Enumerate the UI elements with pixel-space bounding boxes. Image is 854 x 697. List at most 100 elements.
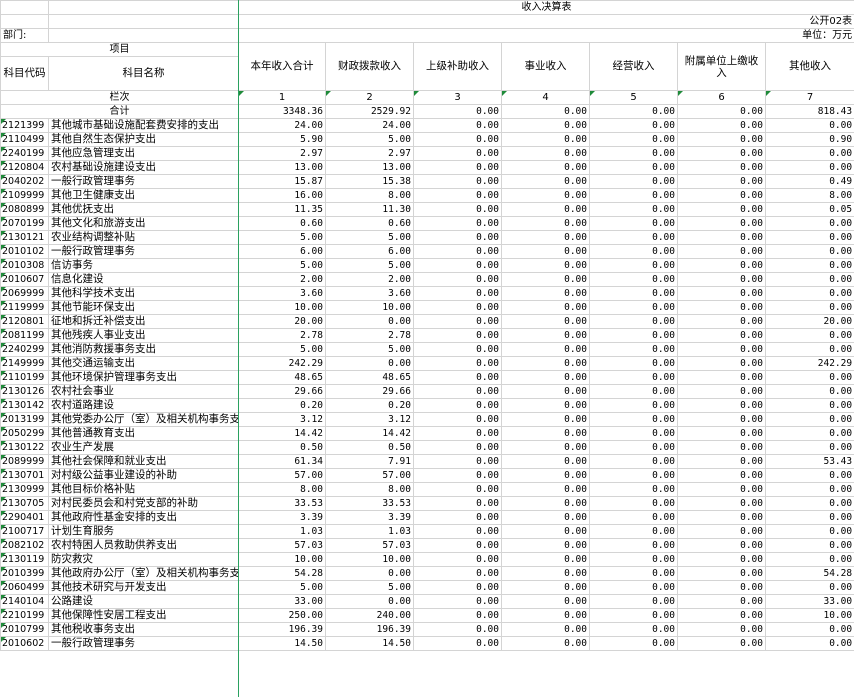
amount-cell[interactable]: 0.00: [589, 426, 678, 441]
col-index-6[interactable]: 6: [677, 90, 766, 105]
subject-code-cell[interactable]: 2100717: [0, 524, 49, 539]
subject-name-cell[interactable]: 其他政府办公厅（室）及相关机构事务支: [48, 566, 239, 581]
amount-cell[interactable]: 11.30: [325, 202, 414, 217]
subject-name-cell[interactable]: 其他交通运输支出: [48, 356, 239, 371]
subject-name-cell[interactable]: 其他节能环保支出: [48, 300, 239, 315]
amount-cell[interactable]: 33.53: [325, 496, 414, 511]
amount-cell[interactable]: 0.00: [764, 160, 854, 175]
amount-cell[interactable]: 0.00: [325, 566, 414, 581]
amount-cell[interactable]: 0.00: [764, 440, 854, 455]
subject-code-cell[interactable]: 2070199: [0, 216, 49, 231]
amount-cell[interactable]: 29.66: [325, 384, 414, 399]
amount-cell[interactable]: 0.00: [501, 468, 590, 483]
subject-code-cell[interactable]: 2110499: [0, 132, 49, 147]
total-cell[interactable]: 0.00: [413, 104, 502, 119]
amount-cell[interactable]: 0.00: [677, 188, 766, 203]
amount-cell[interactable]: 0.00: [677, 468, 766, 483]
col-header-3[interactable]: 上级补助收入: [413, 42, 502, 91]
amount-cell[interactable]: 0.00: [501, 524, 590, 539]
amount-cell[interactable]: 0.00: [677, 300, 766, 315]
amount-cell[interactable]: 0.00: [501, 608, 590, 623]
amount-cell[interactable]: 0.00: [677, 314, 766, 329]
subject-name-cell[interactable]: 公路建设: [48, 594, 239, 609]
amount-cell[interactable]: 0.00: [501, 216, 590, 231]
amount-cell[interactable]: 54.28: [764, 566, 854, 581]
amount-cell[interactable]: 0.00: [501, 160, 590, 175]
amount-cell[interactable]: 0.00: [501, 328, 590, 343]
subject-name-cell[interactable]: 农村社会事业: [48, 384, 239, 399]
amount-cell[interactable]: 0.00: [764, 496, 854, 511]
col-header-7[interactable]: 其他收入: [764, 42, 854, 91]
amount-cell[interactable]: 0.00: [413, 440, 502, 455]
amount-cell[interactable]: 0.00: [413, 244, 502, 259]
amount-cell[interactable]: 0.00: [413, 356, 502, 371]
amount-cell[interactable]: 0.00: [677, 174, 766, 189]
amount-cell[interactable]: 0.00: [677, 580, 766, 595]
amount-cell[interactable]: 0.00: [501, 314, 590, 329]
amount-cell[interactable]: 5.00: [325, 230, 414, 245]
subject-name-cell[interactable]: 信访事务: [48, 258, 239, 273]
col-index-1[interactable]: 1: [238, 90, 326, 105]
amount-cell[interactable]: 0.00: [764, 118, 854, 133]
subject-name-cell[interactable]: 其他城市基础设施配套费安排的支出: [48, 118, 239, 133]
amount-cell[interactable]: 14.50: [325, 636, 414, 651]
amount-cell[interactable]: 0.00: [764, 538, 854, 553]
amount-cell[interactable]: 13.00: [325, 160, 414, 175]
amount-cell[interactable]: 0.00: [764, 636, 854, 651]
amount-cell[interactable]: 2.78: [238, 328, 326, 343]
subject-code-cell[interactable]: 2130119: [0, 552, 49, 567]
amount-cell[interactable]: 0.00: [677, 160, 766, 175]
amount-cell[interactable]: 0.00: [589, 118, 678, 133]
amount-cell[interactable]: 0.50: [325, 440, 414, 455]
amount-cell[interactable]: 0.00: [501, 496, 590, 511]
amount-cell[interactable]: 0.00: [501, 202, 590, 217]
amount-cell[interactable]: 0.00: [589, 132, 678, 147]
cell-blank[interactable]: [48, 14, 239, 29]
amount-cell[interactable]: 2.78: [325, 328, 414, 343]
amount-cell[interactable]: 6.00: [238, 244, 326, 259]
amount-cell[interactable]: 0.00: [764, 244, 854, 259]
amount-cell[interactable]: 0.00: [677, 202, 766, 217]
amount-cell[interactable]: 0.00: [413, 580, 502, 595]
amount-cell[interactable]: 0.00: [501, 636, 590, 651]
subject-name-cell[interactable]: 一般行政管理事务: [48, 244, 239, 259]
amount-cell[interactable]: 0.00: [501, 398, 590, 413]
subject-code-cell[interactable]: 2081199: [0, 328, 49, 343]
subject-code-cell[interactable]: 2010607: [0, 272, 49, 287]
amount-cell[interactable]: 0.00: [589, 314, 678, 329]
amount-cell[interactable]: 33.00: [238, 594, 326, 609]
amount-cell[interactable]: 0.00: [589, 608, 678, 623]
amount-cell[interactable]: 0.00: [501, 594, 590, 609]
subject-name-cell[interactable]: 信息化建设: [48, 272, 239, 287]
amount-cell[interactable]: 0.00: [501, 370, 590, 385]
amount-cell[interactable]: 0.00: [589, 146, 678, 161]
amount-cell[interactable]: 29.66: [238, 384, 326, 399]
amount-cell[interactable]: 0.00: [677, 538, 766, 553]
amount-cell[interactable]: 0.00: [501, 286, 590, 301]
subject-name-cell[interactable]: 其他优抚支出: [48, 202, 239, 217]
subject-code-cell[interactable]: 2010308: [0, 258, 49, 273]
amount-cell[interactable]: 0.00: [413, 230, 502, 245]
subject-code-cell[interactable]: 2010602: [0, 636, 49, 651]
amount-cell[interactable]: 0.00: [764, 286, 854, 301]
amount-cell[interactable]: 0.00: [764, 580, 854, 595]
amount-cell[interactable]: 0.00: [589, 244, 678, 259]
subject-code-cell[interactable]: 2130701: [0, 468, 49, 483]
amount-cell[interactable]: 0.00: [764, 622, 854, 637]
subject-code-cell[interactable]: 2109999: [0, 188, 49, 203]
subject-code-cell[interactable]: 2130999: [0, 482, 49, 497]
amount-cell[interactable]: 0.00: [413, 384, 502, 399]
amount-cell[interactable]: 0.00: [589, 538, 678, 553]
total-cell[interactable]: 818.43: [764, 104, 854, 119]
amount-cell[interactable]: 0.00: [413, 174, 502, 189]
amount-cell[interactable]: 0.00: [501, 188, 590, 203]
amount-cell[interactable]: 0.90: [764, 132, 854, 147]
amount-cell[interactable]: 0.00: [677, 510, 766, 525]
amount-cell[interactable]: 1.03: [238, 524, 326, 539]
amount-cell[interactable]: 0.00: [413, 188, 502, 203]
amount-cell[interactable]: 0.00: [413, 202, 502, 217]
subject-name-cell[interactable]: 其他文化和旅游支出: [48, 216, 239, 231]
amount-cell[interactable]: 0.00: [501, 622, 590, 637]
col-header-6[interactable]: 附属单位上缴收入: [677, 42, 766, 91]
cell-blank[interactable]: [0, 0, 49, 15]
